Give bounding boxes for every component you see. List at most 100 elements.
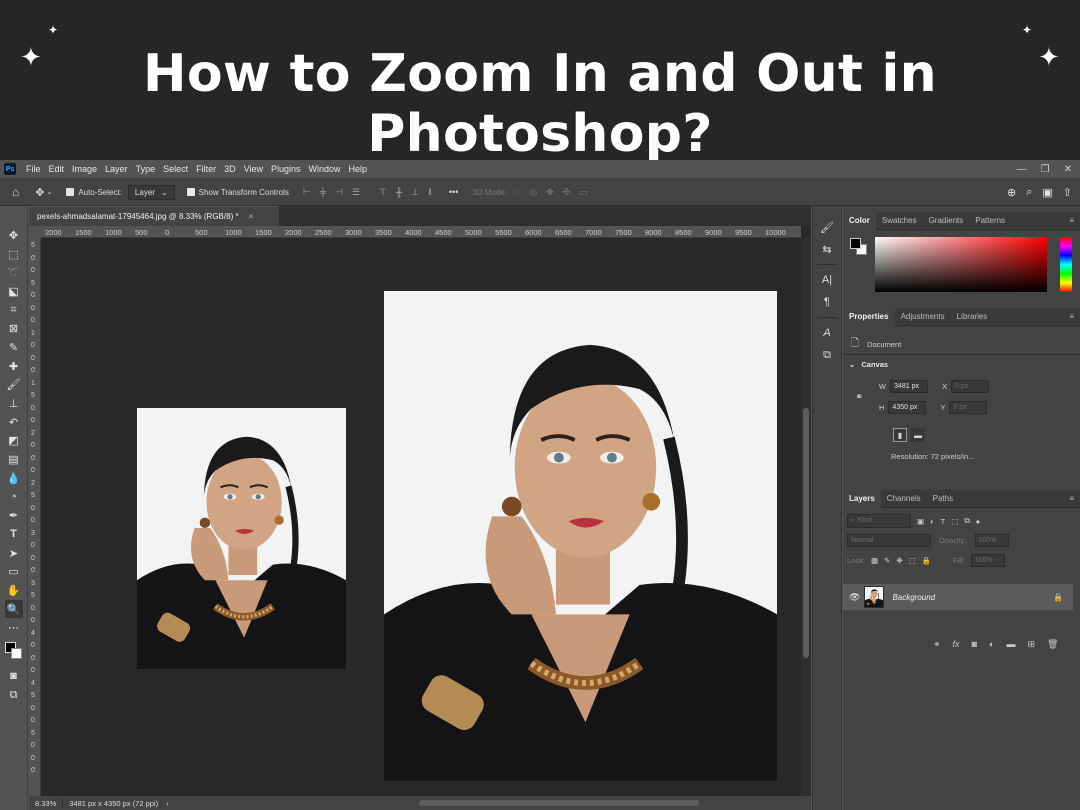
menu-view[interactable]: View	[240, 164, 267, 174]
panel-menu-icon[interactable]: ≡	[1069, 494, 1080, 503]
glyphs-icon[interactable]: A	[818, 322, 836, 344]
add-mask-icon[interactable]: ◙	[972, 639, 977, 650]
gradient-tool-icon[interactable]: ▤	[5, 450, 23, 469]
auto-select-dropdown[interactable]: Layer ⌄	[127, 184, 175, 200]
menu-type[interactable]: Type	[132, 164, 160, 174]
panel-menu-icon[interactable]: ≡	[1069, 216, 1080, 225]
brush-settings-icon[interactable]: 🖌	[818, 216, 836, 238]
tab-channels[interactable]: Channels	[881, 490, 927, 508]
tab-libraries[interactable]: Libraries	[951, 308, 994, 326]
lock-all-icon[interactable]: 🔒	[922, 556, 931, 565]
menu-select[interactable]: Select	[159, 164, 192, 174]
tab-swatches[interactable]: Swatches	[876, 212, 923, 230]
lock-position-icon[interactable]: ✥	[896, 556, 902, 565]
menu-filter[interactable]: Filter	[192, 164, 220, 174]
type-tool-icon[interactable]: T	[5, 525, 23, 544]
hue-slider[interactable]	[1060, 237, 1072, 292]
search-icon[interactable]: ⌕	[1026, 186, 1032, 199]
more-tools-icon[interactable]: ⋯	[5, 618, 23, 637]
show-transform-checkbox[interactable]	[186, 188, 195, 196]
show-transform-option[interactable]: Show Transform Controls	[186, 188, 289, 197]
photo-zoomed-in[interactable]	[384, 291, 777, 781]
filter-pixel-icon[interactable]: ▣	[917, 517, 924, 526]
crop-tool-icon[interactable]: ⌗	[5, 301, 23, 320]
menu-layer[interactable]: Layer	[101, 164, 132, 174]
chevron-down-icon[interactable]: ⌄	[849, 360, 855, 369]
menu-3d[interactable]: 3D	[220, 164, 240, 174]
link-layers-icon[interactable]: ⚭	[933, 639, 941, 650]
home-icon[interactable]: ⌂	[12, 185, 19, 199]
document-tab[interactable]: pexels-ahmadsalamat-17945464.jpg @ 8.33%…	[29, 206, 279, 226]
object-select-tool-icon[interactable]: ⬕	[5, 282, 23, 301]
path-select-tool-icon[interactable]: ➤	[5, 544, 23, 563]
background-color-swatch[interactable]	[10, 648, 22, 660]
tab-layers[interactable]: Layers	[843, 489, 881, 508]
distribute-icon[interactable]: ☰	[352, 187, 360, 198]
filter-toggle-icon[interactable]: ●	[976, 517, 981, 526]
y-field[interactable]: 0 px	[949, 401, 988, 414]
history-brush-icon[interactable]: ↶	[5, 413, 23, 432]
filter-adjustment-icon[interactable]: ◐	[930, 517, 935, 526]
slide-3d-icon[interactable]: ✣	[563, 187, 571, 198]
menu-help[interactable]: Help	[345, 164, 372, 174]
more-options-icon[interactable]: •••	[449, 187, 458, 198]
layer-row-background[interactable]: 👁 Background 🔒	[843, 584, 1073, 610]
photo-zoomed-out[interactable]	[137, 408, 346, 669]
vertical-ruler[interactable]: 5 0 0 5 0 0 0 1 0 0 0 1 5 0 0 2 0 0 0 2 5 0 0 3 0 0 0 3 5 0 0 4 0 0 0 4 5 0 0 5…	[29, 238, 41, 796]
tab-gradients[interactable]: Gradients	[923, 212, 970, 230]
auto-select-option[interactable]: Auto-Select: Layer ⌄	[66, 184, 175, 200]
horizontal-ruler[interactable]: 2000 1500 1000 500 0 500 1000 1500 2000 2500 3000 3…	[41, 226, 801, 238]
restore-icon[interactable]: ❐	[1041, 164, 1050, 175]
auto-select-checkbox[interactable]	[66, 188, 75, 196]
eyedropper-tool-icon[interactable]: ✎	[5, 338, 23, 357]
portrait-orientation-icon[interactable]: ▮	[893, 428, 907, 442]
marquee-tool-icon[interactable]: ⬚	[5, 245, 23, 264]
menu-edit[interactable]: Edit	[45, 164, 69, 174]
orbit-icon[interactable]: ◌	[515, 187, 520, 198]
hand-tool-icon[interactable]: ✋	[5, 581, 23, 600]
pen-tool-icon[interactable]: ✒	[5, 506, 23, 525]
roll-icon[interactable]: ◎	[529, 187, 537, 198]
rectangle-tool-icon[interactable]: ▭	[5, 562, 23, 581]
close-icon[interactable]: ✕	[1064, 164, 1072, 175]
align-right-icon[interactable]: ⊣	[335, 187, 343, 198]
filter-type-icon[interactable]: T	[941, 517, 946, 526]
new-group-icon[interactable]: ▬	[1006, 639, 1015, 650]
menu-image[interactable]: Image	[68, 164, 101, 174]
status-arrow-icon[interactable]: ›	[166, 799, 169, 808]
move-tool-icon[interactable]: ✥	[5, 226, 23, 245]
align-middle-icon[interactable]: ╫	[396, 187, 402, 198]
distribute-v-icon[interactable]: ‖	[428, 187, 432, 198]
menu-window[interactable]: Window	[305, 164, 345, 174]
quick-mask-icon[interactable]: ◙	[5, 667, 23, 686]
stamp-tool-icon[interactable]: ⊥	[5, 394, 23, 413]
share-icon[interactable]: ⊕	[1007, 186, 1016, 199]
filter-shape-icon[interactable]: ⬚	[951, 517, 958, 526]
layer-name[interactable]: Background	[892, 593, 935, 602]
character-icon[interactable]: A|	[818, 269, 836, 291]
tab-paths[interactable]: Paths	[927, 490, 959, 508]
visibility-eye-icon[interactable]: 👁	[849, 592, 860, 603]
delete-layer-icon[interactable]: 🗑	[1047, 639, 1058, 650]
brush-tool-icon[interactable]: 🖌	[5, 376, 23, 395]
horizontal-scroll-thumb[interactable]	[419, 800, 699, 806]
adjust-presets-icon[interactable]: ⇆	[818, 238, 836, 260]
landscape-orientation-icon[interactable]: ▬	[911, 428, 925, 442]
link-icon[interactable]: ⚭	[855, 392, 863, 403]
align-left-icon[interactable]: ⊢	[303, 187, 311, 198]
fx-icon[interactable]: fx	[953, 639, 960, 650]
healing-tool-icon[interactable]: ✚	[5, 357, 23, 376]
dodge-tool-icon[interactable]: ◔	[5, 488, 23, 507]
color-picker-field[interactable]	[875, 237, 1047, 292]
menu-file[interactable]: File	[22, 164, 45, 174]
layer-filter-field[interactable]: ⌕ Kind	[847, 514, 911, 528]
tab-properties[interactable]: Properties	[843, 307, 895, 326]
align-top-icon[interactable]: ⊤	[379, 187, 387, 198]
new-layer-icon[interactable]: ⊞	[1027, 639, 1035, 650]
align-center-icon[interactable]: ╪	[320, 187, 326, 198]
tab-color[interactable]: Color	[843, 211, 876, 230]
paragraph-icon[interactable]: ¶	[818, 291, 836, 313]
zoom-tool-icon[interactable]: 🔍	[4, 599, 23, 619]
opacity-field[interactable]: 100%	[974, 534, 1009, 547]
lasso-tool-icon[interactable]: ➰	[5, 263, 23, 282]
